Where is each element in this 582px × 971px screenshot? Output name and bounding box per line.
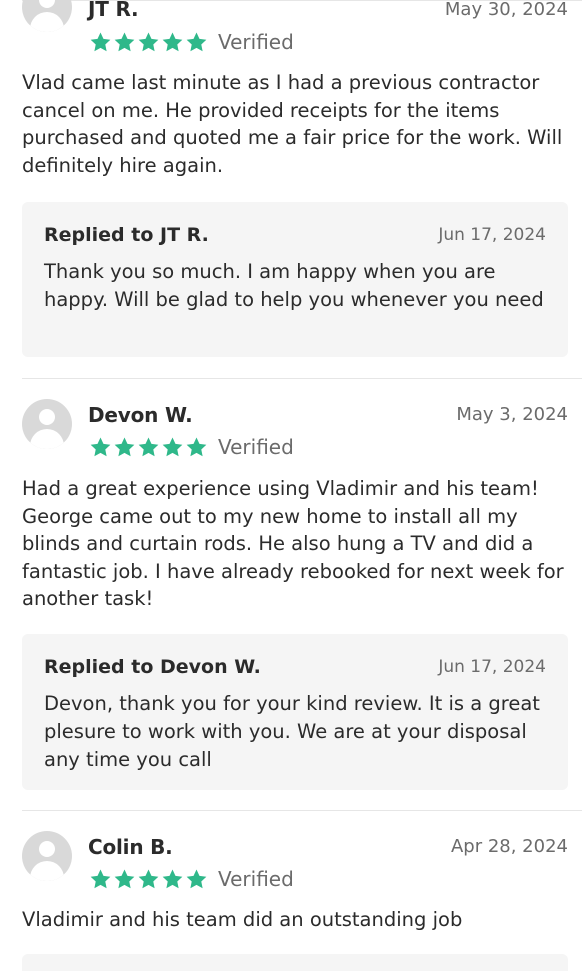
- reply-text: Devon, thank you for your kind review. I…: [44, 692, 540, 771]
- star-icon: [90, 32, 111, 52]
- owner-reply: Replied to JT R. Jun 17, 2024 Thank you …: [22, 202, 568, 357]
- star-icon: [162, 437, 183, 457]
- star-icon: [138, 437, 159, 457]
- star-icon: [114, 437, 135, 457]
- star-rating: [89, 31, 209, 53]
- star-icon: [114, 32, 135, 52]
- reply-title: Replied to JT R.: [44, 224, 209, 246]
- star-rating: [89, 868, 209, 890]
- review-date: May 30, 2024: [444, 0, 568, 20]
- review-item: Devon W. May 3, 2024 Verified Had a grea…: [0, 383, 582, 813]
- star-icon: [114, 869, 135, 889]
- reply-text: Thank you so much. I am happy when you a…: [44, 260, 544, 311]
- star-icon: [162, 32, 183, 52]
- owner-reply: [22, 954, 568, 971]
- verified-label: Verified: [218, 30, 294, 54]
- review-text: Vlad came last minute as I had a previou…: [22, 71, 563, 177]
- star-icon: [138, 869, 159, 889]
- star-rating: [89, 436, 209, 458]
- verified-label: Verified: [218, 435, 294, 459]
- divider: [22, 810, 582, 811]
- review-date: Apr 28, 2024: [450, 836, 568, 857]
- star-icon: [162, 869, 183, 889]
- divider: [22, 378, 582, 379]
- star-icon: [186, 869, 207, 889]
- verified-label: Verified: [218, 867, 294, 891]
- owner-reply: Replied to Devon W. Jun 17, 2024 Devon, …: [22, 634, 568, 790]
- rating: Verified: [89, 866, 294, 892]
- review-text: Had a great experience using Vladimir an…: [22, 477, 564, 610]
- avatar-icon[interactable]: [22, 0, 72, 32]
- star-icon: [186, 437, 207, 457]
- reply-title: Replied to Devon W.: [44, 656, 261, 678]
- star-icon: [90, 869, 111, 889]
- reviewer-name[interactable]: JT R.: [88, 0, 139, 21]
- star-icon: [138, 32, 159, 52]
- avatar-icon[interactable]: [22, 831, 72, 881]
- reply-date: Jun 17, 2024: [438, 225, 546, 245]
- reviewer-name[interactable]: Devon W.: [88, 403, 193, 427]
- review-item: JT R. May 30, 2024 Verified Vlad came la…: [0, 0, 582, 378]
- rating: Verified: [89, 434, 294, 460]
- star-icon: [186, 32, 207, 52]
- rating: Verified: [89, 29, 294, 55]
- avatar-icon[interactable]: [22, 399, 72, 449]
- review-text: Vladimir and his team did an outstanding…: [22, 908, 463, 931]
- star-icon: [90, 437, 111, 457]
- review-date: May 3, 2024: [456, 404, 568, 425]
- review-item: Colin B. Apr 28, 2024 Verified Vladimir …: [0, 815, 582, 971]
- reviewer-name[interactable]: Colin B.: [88, 835, 173, 859]
- reply-date: Jun 17, 2024: [438, 657, 546, 677]
